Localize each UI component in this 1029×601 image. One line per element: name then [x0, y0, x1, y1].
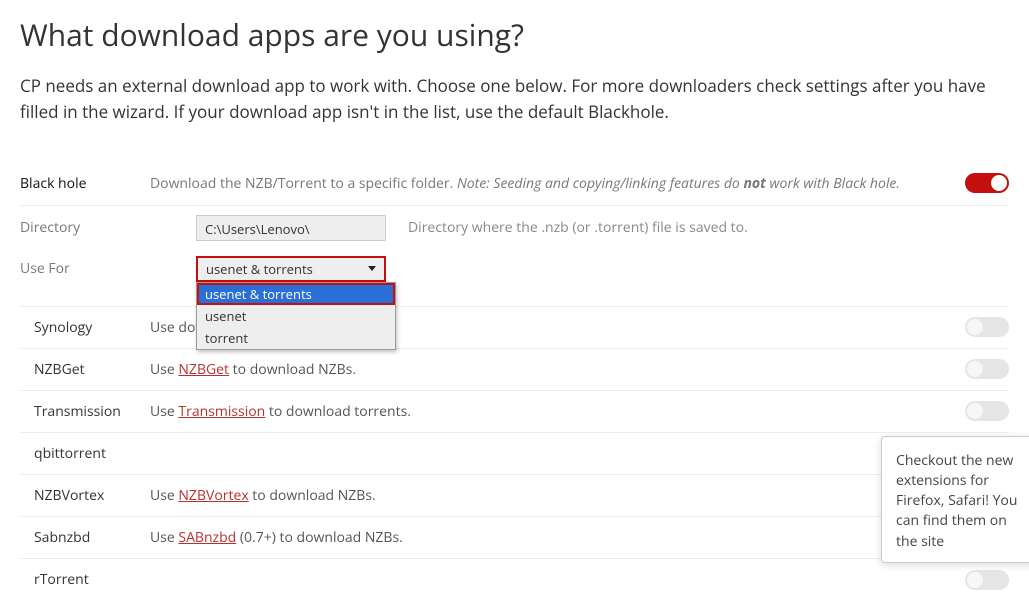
app-desc-pre: Use — [150, 528, 178, 547]
usefor-option-both[interactable]: usenet & torrents — [197, 283, 395, 305]
app-link[interactable]: NZBVortex — [178, 486, 248, 505]
directory-hint: Directory where the .nzb (or .torrent) f… — [408, 218, 748, 237]
app-link[interactable]: SABnzbd — [178, 528, 236, 547]
app-toggle[interactable] — [965, 401, 1009, 421]
app-desc-pre: Use — [150, 360, 178, 379]
blackhole-note-a: Note: Seeding and copying/linking featur… — [457, 174, 744, 193]
app-name: Sabnzbd — [20, 528, 150, 547]
chevron-down-icon — [368, 266, 376, 271]
page-subtitle: CP needs an external download app to wor… — [20, 73, 1009, 126]
blackhole-note-bold: not — [743, 174, 765, 193]
extensions-popup: Checkout the new extensions for Firefox,… — [881, 436, 1029, 563]
app-desc-post: to download NZBs. — [229, 360, 356, 379]
app-desc-post: (0.7+) to download NZBs. — [236, 528, 403, 547]
blackhole-note-b: work with Black hole. — [766, 174, 900, 193]
app-link[interactable]: NZBGet — [178, 360, 229, 379]
app-description: Use NZBGet to download NZBs. — [150, 360, 937, 379]
usefor-selected-value: usenet & torrents — [206, 258, 313, 280]
app-row: TransmissionUse Transmission to download… — [20, 391, 1009, 433]
app-desc-pre: Use — [150, 486, 178, 505]
app-row: qbittorrent — [20, 433, 1009, 475]
directory-row: Directory C:\Users\Lenovo\ Directory whe… — [20, 206, 1009, 250]
app-row: SynologyUse download. — [20, 307, 1009, 349]
app-description: Use NZBVortex to download NZBs. — [150, 486, 937, 505]
usefor-row: Use For usenet & torrents usenet & torre… — [20, 250, 1009, 307]
app-description: Use Transmission to download torrents. — [150, 402, 937, 421]
extensions-popup-text: Checkout the new extensions for Firefox,… — [896, 451, 1017, 551]
app-name: Transmission — [20, 402, 150, 421]
app-desc-pre: Use — [150, 318, 175, 337]
blackhole-row: Black hole Download the NZB/Torrent to a… — [20, 162, 1009, 206]
usefor-label: Use For — [20, 259, 150, 278]
app-name: qbittorrent — [20, 444, 150, 463]
app-desc-post: to download torrents. — [265, 402, 411, 421]
app-name: rTorrent — [20, 570, 150, 589]
blackhole-toggle[interactable] — [965, 173, 1009, 193]
app-description: Use SABnzbd (0.7+) to download NZBs. — [150, 528, 937, 547]
app-toggle[interactable] — [965, 570, 1009, 590]
app-link[interactable]: Transmission — [178, 402, 265, 421]
app-row: NZBGetUse NZBGet to download NZBs. — [20, 349, 1009, 391]
app-desc-pre: Use — [150, 402, 178, 421]
usefor-select[interactable]: usenet & torrents — [196, 256, 386, 282]
app-name: NZBVortex — [20, 486, 150, 505]
directory-input[interactable]: C:\Users\Lenovo\ — [196, 215, 386, 241]
app-name: Synology — [20, 318, 150, 337]
blackhole-desc-prefix: Download the NZB/Torrent to a specific f… — [150, 174, 457, 193]
app-desc-post: to download NZBs. — [249, 486, 376, 505]
app-toggle[interactable] — [965, 317, 1009, 337]
app-row: rTorrent — [20, 559, 1009, 601]
app-row: SabnzbdUse SABnzbd (0.7+) to download NZ… — [20, 517, 1009, 559]
usefor-option-usenet[interactable]: usenet — [197, 305, 395, 327]
usefor-option-torrent[interactable]: torrent — [197, 327, 395, 349]
blackhole-description: Download the NZB/Torrent to a specific f… — [150, 174, 937, 193]
app-toggle[interactable] — [965, 359, 1009, 379]
app-name: NZBGet — [20, 360, 150, 379]
page-title: What download apps are you using? — [20, 14, 1009, 55]
usefor-dropdown: usenet & torrents usenet torrent — [196, 282, 396, 350]
app-row: NZBVortexUse NZBVortex to download NZBs. — [20, 475, 1009, 517]
directory-label: Directory — [20, 218, 150, 237]
blackhole-label: Black hole — [20, 174, 150, 193]
